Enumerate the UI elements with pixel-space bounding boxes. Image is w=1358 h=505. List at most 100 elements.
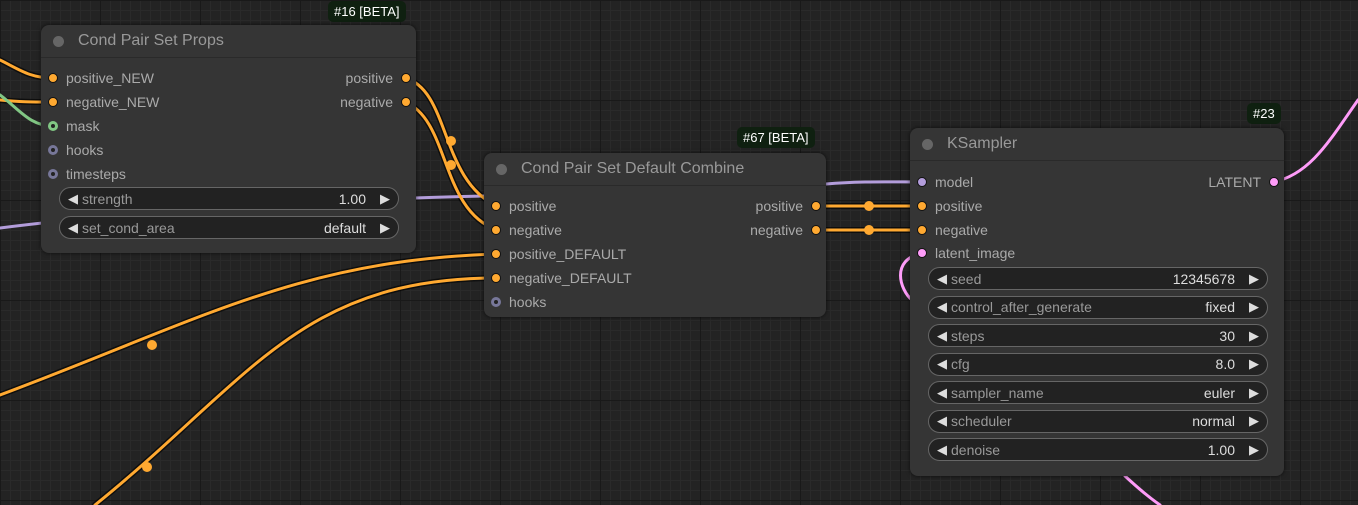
decrement-arrow-icon[interactable]: ◀ [937, 328, 947, 344]
output-negative[interactable]: negative [750, 220, 821, 240]
node-title: Cond Pair Set Props [78, 32, 224, 49]
increment-arrow-icon[interactable]: ▶ [1249, 442, 1259, 458]
input-negative-new[interactable]: negative_NEW [48, 92, 159, 112]
input-negative[interactable]: negative [491, 220, 562, 240]
input-negative[interactable]: negative [917, 220, 988, 240]
node-title-bar[interactable]: Cond Pair Set Props [41, 25, 416, 58]
cfg-widget[interactable]: ◀ cfg 8.0 ▶ [928, 352, 1268, 376]
widget-label: scheduler [951, 413, 1012, 429]
slot-dot-icon [917, 225, 927, 235]
input-positive-new[interactable]: positive_NEW [48, 68, 154, 88]
decrement-arrow-icon[interactable]: ◀ [937, 271, 947, 287]
slot-label: positive [345, 70, 393, 86]
slot-label: negative_NEW [66, 94, 160, 110]
slot-dot-icon [491, 201, 501, 211]
slot-label: negative [935, 222, 988, 238]
input-positive-default[interactable]: positive_DEFAULT [491, 244, 626, 264]
slot-label: negative [750, 222, 803, 238]
input-hooks[interactable]: hooks [48, 140, 103, 160]
widget-value[interactable]: default [324, 220, 366, 236]
node-title: Cond Pair Set Default Combine [521, 160, 745, 177]
input-mask[interactable]: mask [48, 116, 99, 136]
steps-widget[interactable]: ◀ steps 30 ▶ [928, 324, 1268, 347]
widget-label: seed [951, 270, 982, 287]
increment-arrow-icon[interactable]: ▶ [380, 191, 390, 207]
slot-dot-icon [1269, 177, 1279, 187]
decrement-arrow-icon[interactable]: ◀ [937, 413, 947, 429]
denoise-widget[interactable]: ◀ denoise 1.00 ▶ [928, 438, 1268, 461]
input-negative-default[interactable]: negative_DEFAULT [491, 268, 632, 288]
increment-arrow-icon[interactable]: ▶ [1249, 299, 1259, 315]
input-positive[interactable]: positive [491, 196, 556, 216]
sampler-name-widget[interactable]: ◀ sampler_name euler ▶ [928, 381, 1268, 404]
widget-value[interactable]: 12345678 [1173, 271, 1235, 287]
slot-ring-icon [48, 121, 58, 131]
seed-widget[interactable]: ◀ seed 12345678 ▶ [928, 267, 1268, 290]
slot-label: negative_DEFAULT [509, 270, 632, 286]
collapse-dot-icon[interactable] [922, 138, 933, 150]
slot-label: positive [509, 198, 557, 214]
increment-arrow-icon[interactable]: ▶ [1249, 328, 1259, 344]
widget-label: steps [951, 327, 985, 344]
slot-label: negative [340, 94, 393, 110]
collapse-dot-icon[interactable] [53, 35, 64, 47]
slot-label: model [935, 174, 974, 190]
widget-value[interactable]: 1.00 [1208, 442, 1235, 458]
decrement-arrow-icon[interactable]: ◀ [68, 191, 78, 207]
widget-value[interactable]: 30 [1219, 328, 1235, 344]
output-latent[interactable]: LATENT [1208, 172, 1279, 192]
slot-ring-icon [48, 169, 58, 179]
ksampler-node[interactable]: KSampler model positive negative latent_… [910, 128, 1284, 476]
node-title: KSampler [947, 135, 1018, 152]
control-after-generate-widget[interactable]: ◀ control_after_generate fixed ▶ [928, 295, 1268, 319]
slot-dot-icon [811, 201, 821, 211]
input-positive[interactable]: positive [917, 196, 982, 216]
decrement-arrow-icon[interactable]: ◀ [937, 442, 947, 458]
slot-dot-icon [401, 73, 411, 83]
widget-value[interactable]: 1.00 [339, 191, 366, 207]
node-id-badge: #16 [BETA] [328, 1, 406, 22]
collapse-dot-icon[interactable] [496, 163, 507, 175]
widget-value[interactable]: euler [1204, 385, 1235, 401]
decrement-arrow-icon[interactable]: ◀ [937, 385, 947, 401]
input-latent-image[interactable]: latent_image [917, 243, 1015, 263]
slot-dot-icon [401, 97, 411, 107]
increment-arrow-icon[interactable]: ▶ [1249, 356, 1259, 372]
increment-arrow-icon[interactable]: ▶ [1249, 385, 1259, 401]
node-title-bar[interactable]: Cond Pair Set Default Combine [484, 153, 826, 186]
output-positive[interactable]: positive [756, 196, 821, 216]
strength-widget[interactable]: ◀ strength 1.00 ▶ [59, 187, 399, 210]
decrement-arrow-icon[interactable]: ◀ [937, 299, 947, 315]
input-timesteps[interactable]: timesteps [48, 164, 126, 184]
widget-label: denoise [951, 441, 1001, 458]
cond-pair-set-default-combine-node[interactable]: Cond Pair Set Default Combine positive n… [484, 153, 826, 317]
cond-pair-set-props-node[interactable]: Cond Pair Set Props positive_NEW negativ… [41, 25, 416, 253]
widget-label: strength [82, 190, 133, 207]
slot-label: positive_DEFAULT [509, 246, 627, 262]
slot-label: negative [509, 222, 562, 238]
slot-label: timesteps [66, 166, 126, 182]
increment-arrow-icon[interactable]: ▶ [380, 220, 390, 236]
widget-value[interactable]: fixed [1205, 299, 1235, 315]
decrement-arrow-icon[interactable]: ◀ [937, 356, 947, 372]
scheduler-widget[interactable]: ◀ scheduler normal ▶ [928, 409, 1268, 433]
node-title-bar[interactable]: KSampler [910, 128, 1284, 161]
node-id-badge: #67 [BETA] [737, 127, 815, 148]
slot-dot-icon [491, 249, 501, 259]
slot-label: positive [935, 198, 983, 214]
widget-value[interactable]: 8.0 [1216, 356, 1235, 372]
slot-dot-icon [917, 201, 927, 211]
input-model[interactable]: model [917, 172, 973, 192]
output-positive[interactable]: positive [346, 68, 411, 88]
widget-label: sampler_name [951, 384, 1044, 401]
decrement-arrow-icon[interactable]: ◀ [68, 220, 78, 236]
slot-dot-icon [811, 225, 821, 235]
widget-value[interactable]: normal [1192, 413, 1235, 429]
input-hooks[interactable]: hooks [491, 292, 546, 312]
slot-label: LATENT [1208, 174, 1261, 190]
set-cond-area-widget[interactable]: ◀ set_cond_area default ▶ [59, 216, 399, 239]
increment-arrow-icon[interactable]: ▶ [1249, 413, 1259, 429]
output-negative[interactable]: negative [340, 92, 411, 112]
increment-arrow-icon[interactable]: ▶ [1249, 271, 1259, 287]
slot-label: hooks [66, 142, 104, 158]
